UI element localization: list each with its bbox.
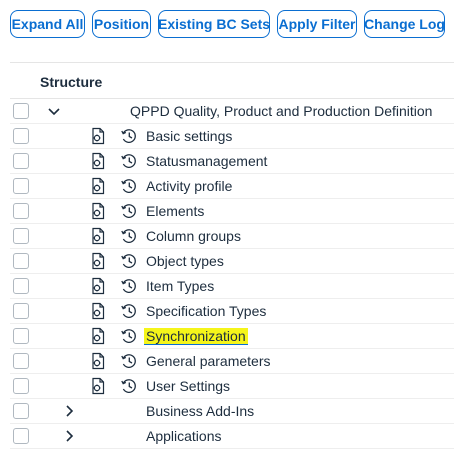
customizing-document-icon[interactable]: [89, 352, 107, 370]
row-checkbox[interactable]: [13, 103, 29, 119]
position-button[interactable]: Position: [92, 10, 151, 38]
tree-row-basic-settings[interactable]: Basic settings: [10, 124, 454, 149]
change-history-icon[interactable]: [120, 127, 138, 145]
tree-row-applications[interactable]: Applications: [10, 424, 454, 449]
change-history-icon[interactable]: [120, 327, 138, 345]
tree-node-label: Column groups: [146, 228, 241, 244]
row-checkbox[interactable]: [13, 428, 29, 444]
row-checkbox[interactable]: [13, 278, 29, 294]
tree-node-label: General parameters: [146, 353, 271, 369]
existing-bc-sets-button[interactable]: Existing BC Sets: [158, 10, 270, 38]
structure-header-label: Structure: [40, 74, 103, 90]
tree-row-item-types[interactable]: Item Types: [10, 274, 454, 299]
tree-node-label: Item Types: [146, 278, 215, 294]
row-checkbox[interactable]: [13, 353, 29, 369]
row-checkbox[interactable]: [13, 378, 29, 394]
customizing-document-icon[interactable]: [89, 302, 107, 320]
customizing-document-icon[interactable]: [89, 177, 107, 195]
change-history-icon[interactable]: [120, 352, 138, 370]
tree-row-elements[interactable]: Elements: [10, 199, 454, 224]
customizing-document-icon[interactable]: [89, 127, 107, 145]
customizing-document-icon[interactable]: [89, 252, 107, 270]
tree-node-label: QPPD Quality, Product and Production Def…: [130, 103, 433, 119]
change-history-icon[interactable]: [120, 252, 138, 270]
row-checkbox[interactable]: [13, 328, 29, 344]
tree-node-label: Specification Types: [146, 303, 267, 319]
change-history-icon[interactable]: [120, 152, 138, 170]
change-history-icon[interactable]: [120, 202, 138, 220]
tree-node-label: Object types: [146, 253, 224, 269]
tree-row-user-settings[interactable]: User Settings: [10, 374, 454, 399]
tree-node-label: Activity profile: [146, 178, 233, 194]
tree-row-column-groups[interactable]: Column groups: [10, 224, 454, 249]
customizing-document-icon[interactable]: [89, 152, 107, 170]
customizing-document-icon[interactable]: [89, 202, 107, 220]
tree-node-label: Elements: [146, 203, 205, 219]
change-history-icon[interactable]: [120, 277, 138, 295]
row-checkbox[interactable]: [13, 253, 29, 269]
structure-tree: Structure QPPD Quality, Product and Prod…: [10, 62, 454, 449]
tree-header: Structure: [10, 63, 454, 99]
change-history-icon[interactable]: [120, 302, 138, 320]
apply-filter-button[interactable]: Apply Filter: [277, 10, 357, 38]
customizing-document-icon[interactable]: [89, 277, 107, 295]
tree-node-label: Business Add-Ins: [146, 403, 255, 419]
tree-node-label: User Settings: [146, 378, 231, 394]
row-checkbox[interactable]: [13, 128, 29, 144]
tree-row-root[interactable]: QPPD Quality, Product and Production Def…: [10, 99, 454, 124]
tree-row-object-types[interactable]: Object types: [10, 249, 454, 274]
chevron-right-icon[interactable]: [61, 403, 77, 419]
row-checkbox[interactable]: [13, 228, 29, 244]
change-history-icon[interactable]: [120, 177, 138, 195]
chevron-right-icon[interactable]: [61, 428, 77, 444]
row-checkbox[interactable]: [13, 303, 29, 319]
toolbar: Expand All Position Existing BC Sets App…: [10, 10, 445, 38]
row-checkbox[interactable]: [13, 178, 29, 194]
tree-row-statusmanagement[interactable]: Statusmanagement: [10, 149, 454, 174]
chevron-down-icon[interactable]: [46, 103, 62, 119]
customizing-document-icon[interactable]: [89, 377, 107, 395]
change-log-button[interactable]: Change Log: [364, 10, 445, 38]
tree-row-activity-profile[interactable]: Activity profile: [10, 174, 454, 199]
tree-row-general-parameters[interactable]: General parameters: [10, 349, 454, 374]
tree-node-label: Basic settings: [146, 128, 233, 144]
row-checkbox[interactable]: [13, 203, 29, 219]
row-checkbox[interactable]: [13, 153, 29, 169]
row-checkbox[interactable]: [13, 403, 29, 419]
tree-node-label: Applications: [146, 428, 222, 444]
customizing-document-icon[interactable]: [89, 227, 107, 245]
tree-node-label: Statusmanagement: [146, 153, 268, 169]
change-history-icon[interactable]: [120, 227, 138, 245]
tree-row-synchronization[interactable]: Synchronization: [10, 324, 454, 349]
tree-row-specification-types[interactable]: Specification Types: [10, 299, 454, 324]
expand-all-button[interactable]: Expand All: [10, 10, 85, 38]
customizing-document-icon[interactable]: [89, 327, 107, 345]
tree-node-label: Synchronization: [144, 328, 248, 345]
change-history-icon[interactable]: [120, 377, 138, 395]
tree-row-business-add-ins[interactable]: Business Add-Ins: [10, 399, 454, 424]
